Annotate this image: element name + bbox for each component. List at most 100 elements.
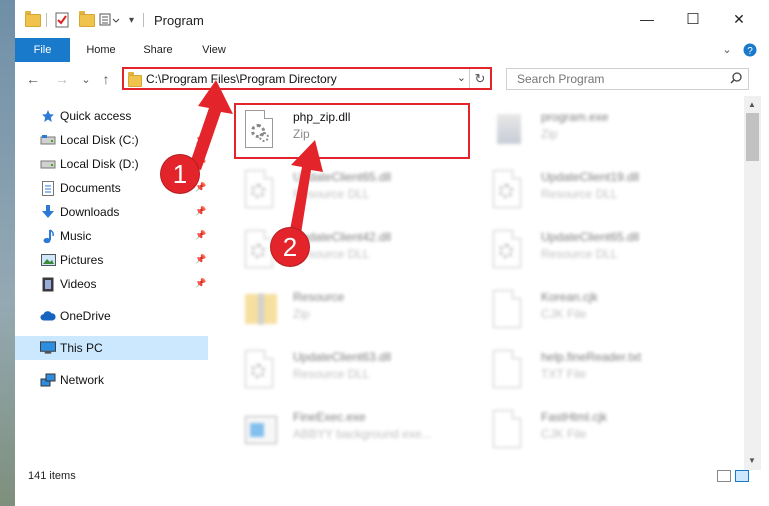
file-type: Resource DLL [293,187,370,201]
close-button[interactable]: ✕ [716,0,762,38]
file-item[interactable]: UpdateClient65.dll Resource DLL [483,222,723,276]
sidebar-item-downloads[interactable]: Downloads 📌 [15,200,210,224]
sidebar-item-this-pc[interactable]: This PC [15,336,208,360]
file-item[interactable]: Korean.cjk CJK File [483,282,723,336]
sidebar-item-onedrive[interactable]: OneDrive [15,304,210,328]
sidebar-item-label: Videos [60,277,97,291]
minimize-button[interactable]: — [624,0,670,38]
file-type: Resource DLL [541,247,618,261]
music-icon [40,228,56,244]
sidebar-item-label: Local Disk (D:) [60,157,139,171]
dll-gear-icon [493,230,525,270]
pin-icon[interactable]: 📌 [195,278,206,289]
maximize-button[interactable]: ☐ [670,0,716,38]
cloud-icon [40,308,56,324]
address-path[interactable]: C:\Program Files\Program Directory [146,72,337,86]
file-type: Resource DLL [541,187,618,201]
separator [46,11,47,29]
search-icon[interactable] [730,72,742,87]
quick-access-dropdown-icon[interactable]: ▾ [129,11,134,29]
file-item[interactable]: FastHtml.cjk CJK File [483,402,723,456]
help-icon[interactable]: ? [739,38,761,62]
sidebar-item-label: Documents [60,181,121,195]
tab-home[interactable]: Home [75,38,127,62]
sidebar-item-pictures[interactable]: Pictures 📌 [15,248,210,272]
file-type: CJK File [541,307,587,321]
forward-button[interactable]: → [53,70,71,88]
sidebar-item-label: Local Disk (C:) [60,133,139,147]
sidebar-item-label: OneDrive [60,309,111,323]
pin-icon[interactable]: 📌 [195,254,206,265]
file-name: UpdateClient65.dll [293,170,392,184]
file-name: UpdateClient65.dll [541,230,640,244]
vertical-scrollbar[interactable]: ▲ ▼ [744,96,761,471]
tab-file[interactable]: File [15,38,70,62]
pin-icon[interactable]: 📌 [195,206,206,217]
zip-folder-icon [245,290,277,330]
step-1-badge: 1 [161,155,199,193]
scroll-thumb[interactable] [746,113,759,161]
customize-view-icon[interactable] [99,11,121,29]
file-item[interactable]: FineExec.exe ABBYY background exe... [235,402,475,456]
file-name: UpdateClient63.dll [293,350,392,364]
file-name: FastHtml.cjk [541,410,607,424]
tab-share[interactable]: Share [132,38,184,62]
file-type: CJK File [541,427,587,441]
item-count: 141 items [28,470,76,482]
download-icon [40,204,56,220]
ribbon: File Home Share View ⌄ ? [15,38,769,63]
tab-view[interactable]: View [189,38,239,62]
computer-icon [40,340,56,356]
file-item[interactable]: Resource Zip [235,282,475,336]
folder-icon [128,72,142,87]
scroll-up-icon[interactable]: ▲ [748,100,756,109]
navigation-pane: Quick access Local Disk (C:) 📌 Local Dis… [15,96,210,461]
title-bar: ▾ Program — ☐ ✕ [15,0,769,38]
search-input[interactable] [515,71,724,87]
drive-icon [40,132,56,148]
dll-gear-icon [493,170,525,210]
file-item[interactable]: help.fineReader.txt TXT File [483,342,723,396]
address-bar[interactable]: C:\Program Files\Program Directory ⌄ ↻ [122,67,492,90]
pin-icon[interactable]: 📌 [195,134,206,145]
file-item[interactable]: UpdateClient63.dll Resource DLL [235,342,475,396]
file-type: Resource DLL [293,367,370,381]
file-item[interactable]: program.exe Zip [483,102,723,156]
sidebar-item-label: Music [60,229,92,243]
pin-icon[interactable]: 📌 [195,230,206,241]
sidebar-item-local-disk-c[interactable]: Local Disk (C:) 📌 [15,128,210,152]
file-type: Zip [541,127,558,141]
sidebar-item-videos[interactable]: Videos 📌 [15,272,210,296]
file-type: TXT File [541,367,587,381]
sidebar-item-music[interactable]: Music 📌 [15,224,210,248]
tiles-view-icon[interactable] [735,470,749,482]
file-item[interactable]: UpdateClient19.dll Resource DLL [483,162,723,216]
sidebar-item-label: Network [60,373,105,387]
window-title: Program [154,13,204,28]
scroll-down-icon[interactable]: ▼ [748,456,756,465]
refresh-icon[interactable]: ↻ [469,69,490,88]
app-icon [245,410,277,450]
address-dropdown-icon[interactable]: ⌄ [457,71,466,84]
search-box[interactable] [506,68,749,90]
drive-icon [40,156,56,172]
file-name: program.exe [541,110,609,124]
pin-icon[interactable]: 📌 [195,182,206,193]
details-view-icon[interactable] [717,470,731,482]
sidebar-item-network[interactable]: Network [15,368,210,392]
network-icon [40,372,56,388]
sidebar-item-label: Downloads [60,205,120,219]
up-button[interactable]: ↑ [97,70,115,88]
properties-icon[interactable] [55,11,69,29]
back-button[interactable]: ← [24,70,42,88]
chevron-down-icon[interactable]: ⌄ [717,38,737,62]
dll-gear-icon [245,350,277,390]
recent-locations-button[interactable]: ⌄ [77,70,95,88]
svg-text:?: ? [747,46,753,57]
step-2-badge: 2 [271,228,309,266]
sidebar-item-quick-access[interactable]: Quick access [15,104,210,128]
file-item[interactable]: UpdateClient65.dll Resource DLL [235,162,475,216]
new-folder-icon[interactable] [79,10,95,29]
documents-icon [40,180,56,196]
status-bar: 141 items [15,470,769,506]
